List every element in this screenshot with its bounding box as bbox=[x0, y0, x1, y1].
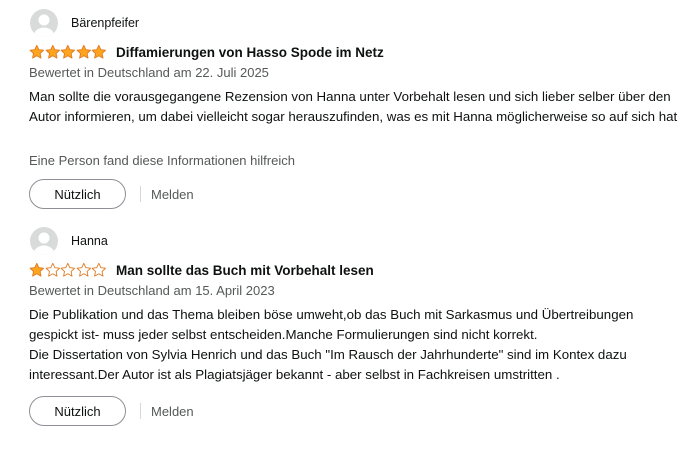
reviewer-profile[interactable]: Bärenpfeifer bbox=[30, 9, 139, 37]
star-empty-icon bbox=[45, 262, 60, 277]
review-heading: Diffamierungen von Hasso Spode im Netz bbox=[29, 43, 384, 61]
star-rating[interactable] bbox=[29, 44, 107, 60]
star-empty-icon bbox=[60, 262, 76, 277]
helpful-button[interactable]: Nützlich bbox=[29, 179, 126, 209]
review-actions: Nützlich Melden bbox=[29, 396, 194, 426]
review-paragraph: Die Dissertation von Sylvia Henrich und … bbox=[29, 347, 627, 382]
review-heading: Man sollte das Buch mit Vorbehalt lesen bbox=[29, 261, 374, 279]
default-avatar-icon bbox=[30, 227, 58, 255]
reviewer-name: Bärenpfeifer bbox=[71, 16, 140, 30]
review-date: Bewertet in Deutschland am 22. Juli 2025 bbox=[29, 65, 269, 80]
star-filled-icon bbox=[60, 44, 76, 59]
report-link[interactable]: Melden bbox=[151, 404, 194, 419]
divider bbox=[140, 186, 141, 202]
star-filled-icon bbox=[76, 44, 91, 59]
star-filled-icon bbox=[92, 44, 107, 59]
helpful-count: Eine Person fand diese Informationen hil… bbox=[29, 153, 295, 168]
star-filled-icon bbox=[45, 44, 60, 59]
helpful-button[interactable]: Nützlich bbox=[29, 396, 126, 426]
default-avatar-icon bbox=[30, 9, 58, 37]
star-empty-icon bbox=[92, 262, 107, 277]
review-date: Bewertet in Deutschland am 15. April 202… bbox=[29, 283, 275, 298]
report-link[interactable]: Melden bbox=[151, 187, 194, 202]
divider bbox=[140, 403, 141, 419]
review-body: Die Publikation und das Thema bleiben bö… bbox=[29, 305, 685, 385]
review-body: Man sollte die vorausgegangene Rezension… bbox=[29, 87, 685, 127]
review-paragraph: Die Publikation und das Thema bleiben bö… bbox=[29, 307, 634, 342]
star-filled-icon bbox=[29, 262, 44, 277]
review-title[interactable]: Diffamierungen von Hasso Spode im Netz bbox=[116, 45, 384, 60]
star-empty-icon bbox=[76, 262, 91, 277]
star-filled-icon bbox=[29, 44, 44, 59]
review-actions: Nützlich Melden bbox=[29, 179, 194, 209]
review-title[interactable]: Man sollte das Buch mit Vorbehalt lesen bbox=[116, 263, 374, 278]
review-paragraph: Man sollte die vorausgegangene Rezension… bbox=[29, 89, 678, 124]
reviewer-profile[interactable]: Hanna bbox=[30, 227, 108, 255]
star-rating[interactable] bbox=[29, 262, 107, 278]
reviewer-name: Hanna bbox=[71, 234, 108, 248]
